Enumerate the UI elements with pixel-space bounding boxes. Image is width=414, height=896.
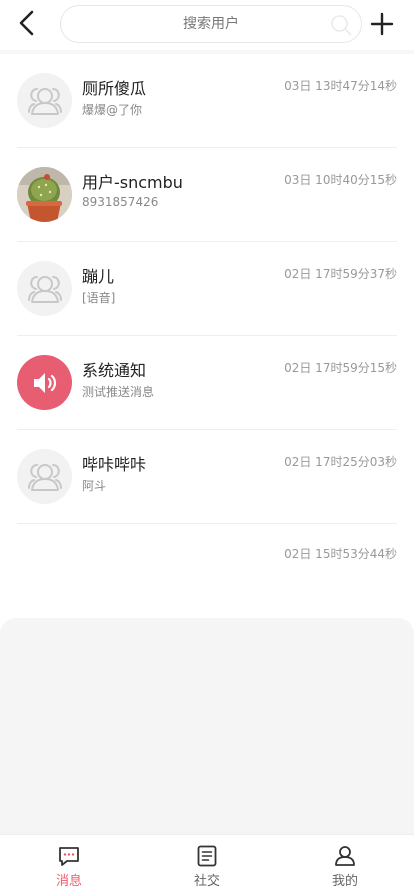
- default-user-icon: [27, 87, 62, 115]
- default-user-icon: [27, 463, 62, 491]
- search-icon[interactable]: [329, 13, 353, 37]
- empty-area: [0, 618, 414, 834]
- conversation-preview: 阿斗: [82, 479, 107, 493]
- conversation-time: 02日 15时53分44秒: [284, 547, 397, 561]
- conversation-name: 厕所傻瓜: [82, 79, 147, 98]
- conversation-preview: [语音]: [82, 291, 116, 305]
- avatar: [17, 355, 72, 410]
- tab-profile[interactable]: 我的: [305, 835, 385, 896]
- tab-messages-label: 消息: [55, 874, 82, 889]
- avatar: [17, 261, 72, 316]
- conversation-preview: 8931857426: [82, 195, 159, 209]
- top-bar: [0, 0, 414, 48]
- conversation-item[interactable]: 蹦儿 [语音] 02日 17时59分37秒: [0, 242, 414, 336]
- profile-icon: [335, 846, 355, 866]
- search-bar[interactable]: [60, 5, 362, 43]
- default-user-icon: [27, 275, 62, 303]
- add-button[interactable]: [368, 10, 396, 38]
- conversation-list: 厕所傻瓜 爆爆@了你 03日 13时47分14秒 用户-sncmbu 89318…: [0, 54, 414, 618]
- user-photo: [17, 167, 72, 222]
- conversation-name: 用户-sncmbu: [82, 173, 183, 192]
- bottom-tab-bar: 消息 社交 我的: [0, 834, 414, 896]
- conversation-time: 03日 13时47分14秒: [284, 79, 397, 93]
- conversation-preview: 爆爆@了你: [82, 103, 143, 117]
- tab-messages[interactable]: 消息: [29, 835, 109, 896]
- back-button[interactable]: [12, 8, 42, 38]
- search-input[interactable]: [101, 16, 321, 32]
- conversation-item[interactable]: 哔咔哔咔 阿斗 02日 17时25分03秒: [0, 430, 414, 524]
- chevron-left-icon: [19, 10, 34, 36]
- conversation-name: 蹦儿: [82, 267, 115, 286]
- tab-social-label: 社交: [193, 874, 220, 889]
- avatar: [17, 167, 72, 222]
- conversation-time: 03日 10时40分15秒: [284, 173, 397, 187]
- tab-profile-label: 我的: [331, 874, 358, 889]
- conversation-preview: 测试推送消息: [82, 385, 155, 399]
- conversation-name: 哔咔哔咔: [82, 455, 147, 474]
- conversation-item[interactable]: 厕所傻瓜 爆爆@了你 03日 13时47分14秒: [0, 54, 414, 148]
- conversation-name: 系统通知: [82, 361, 147, 380]
- avatar: [17, 449, 72, 504]
- message-icon: [59, 847, 79, 866]
- plus-icon: [370, 12, 394, 36]
- conversation-time: 02日 17时59分15秒: [284, 361, 397, 375]
- tab-social[interactable]: 社交: [167, 835, 247, 896]
- document-icon: [197, 845, 217, 867]
- avatar: [17, 73, 72, 128]
- conversation-item[interactable]: 系统通知 测试推送消息 02日 17时59分15秒: [0, 336, 414, 430]
- conversation-item[interactable]: 02日 15时53分44秒: [0, 524, 414, 618]
- conversation-time: 02日 17时25分03秒: [284, 455, 397, 469]
- conversation-item[interactable]: 用户-sncmbu 8931857426 03日 10时40分15秒: [0, 148, 414, 242]
- speaker-icon: [33, 372, 56, 393]
- conversation-time: 02日 17时59分37秒: [284, 267, 397, 281]
